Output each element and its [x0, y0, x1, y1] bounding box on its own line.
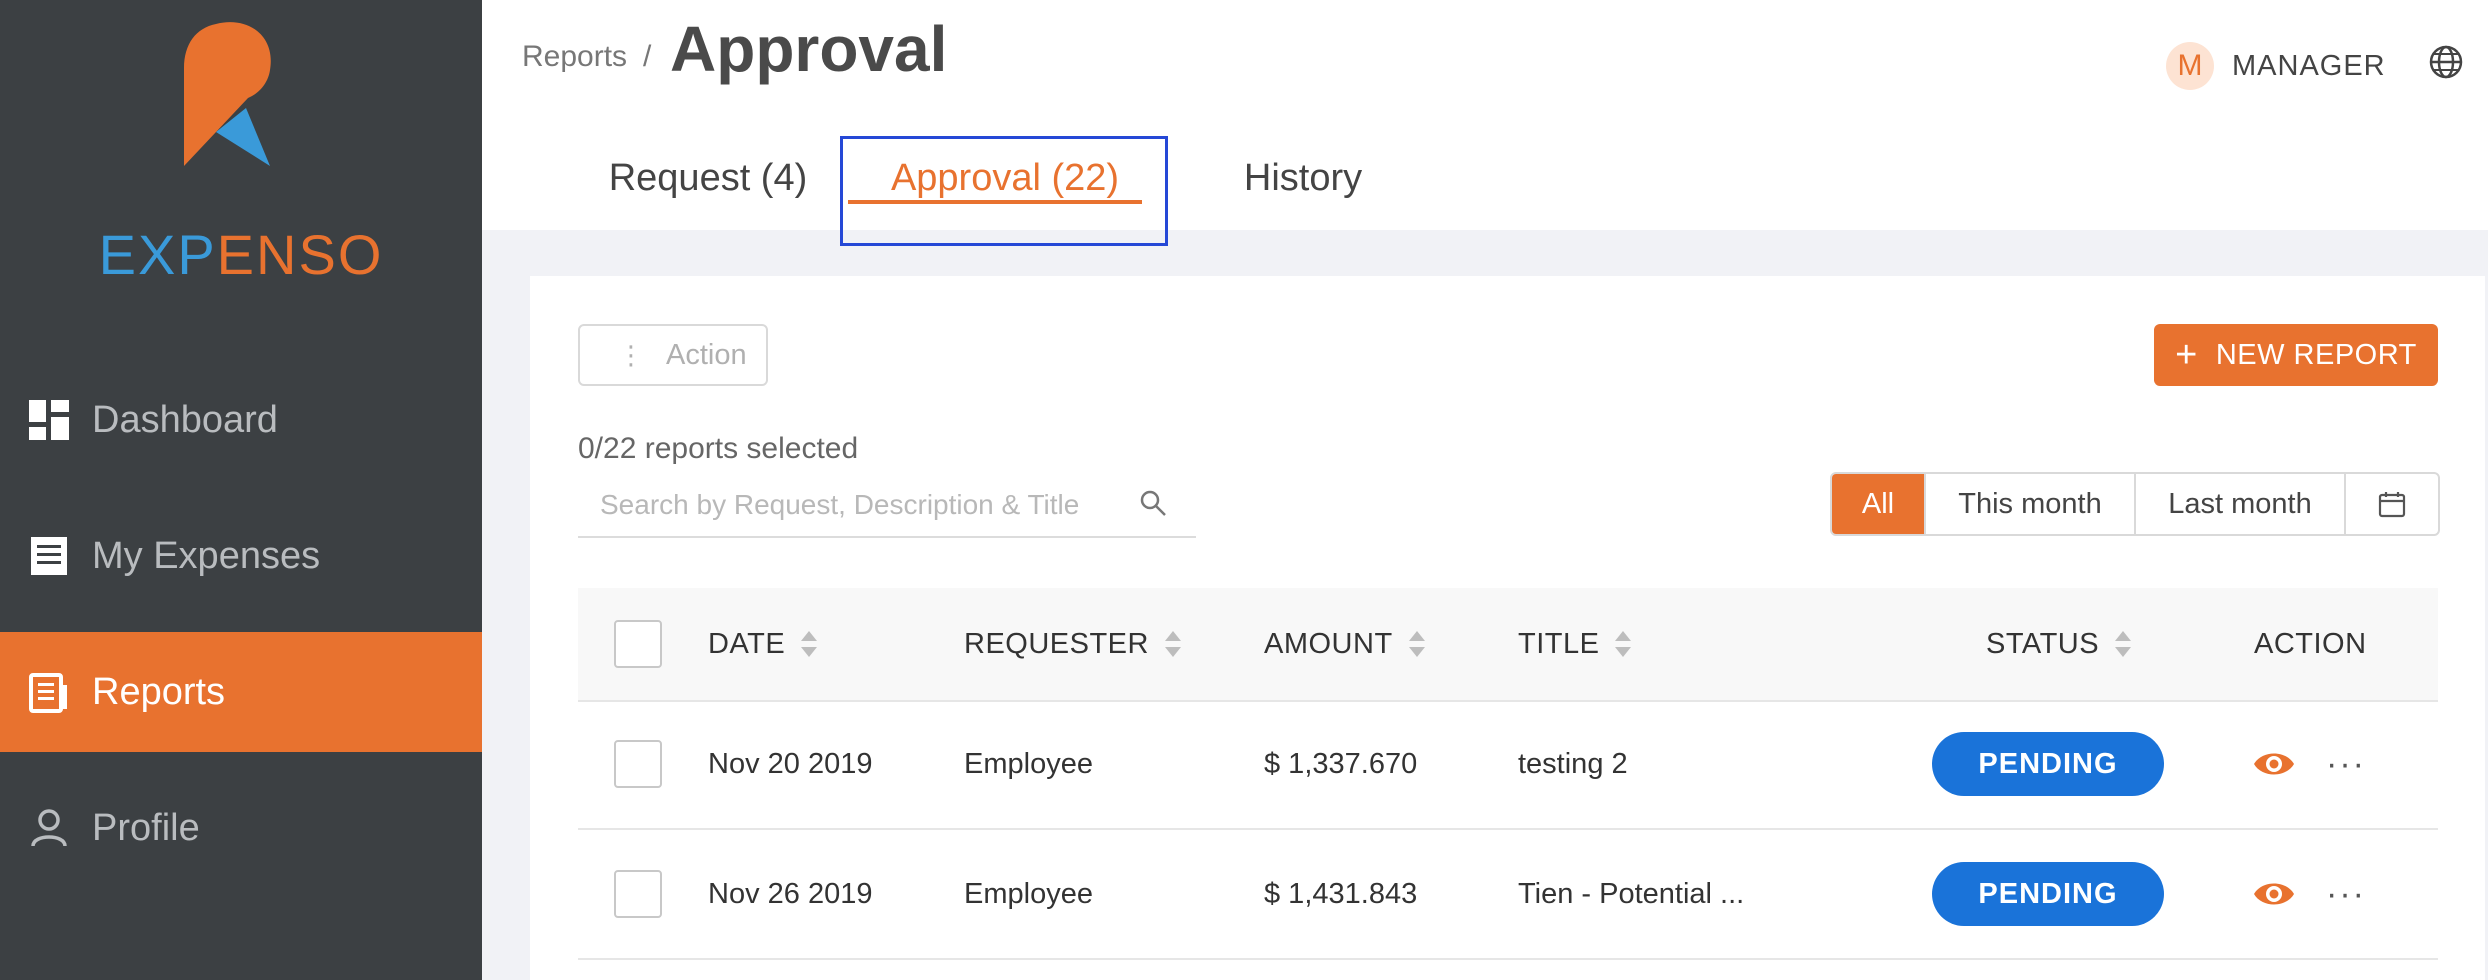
- status-badge: PENDING: [1932, 862, 2164, 926]
- cell-title: Tien - Potential ...: [1518, 877, 1745, 910]
- brand-name-part1: EXP: [98, 223, 217, 286]
- page-title: Approval: [670, 13, 948, 85]
- vertical-dots-icon: ⋮: [618, 339, 644, 370]
- brand-name: EXPENSO: [0, 222, 482, 287]
- user-icon: [28, 807, 70, 849]
- sidebar-item-label: My Expenses: [92, 534, 321, 577]
- more-options-icon[interactable]: ···: [2326, 877, 2366, 911]
- filter-label: All: [1861, 487, 1895, 520]
- column-label: ACTION: [2254, 627, 2367, 660]
- calendar-icon: [2378, 492, 2406, 518]
- report-icon: [28, 671, 70, 713]
- sidebar-item-dashboard[interactable]: Dashboard: [0, 360, 482, 480]
- cell-status: PENDING: [1932, 830, 2164, 958]
- cell-amount: $ 1,337.670: [1264, 747, 1418, 780]
- filter-this-month[interactable]: This month: [1926, 474, 2136, 534]
- sort-icon: [1408, 631, 1425, 657]
- sidebar-item-label: Dashboard: [92, 398, 278, 441]
- cell-actions: ···: [2252, 830, 2366, 958]
- row-select-cell: [614, 830, 662, 958]
- row-select-cell: [614, 700, 662, 828]
- action-button[interactable]: ⋮ Action: [578, 324, 768, 386]
- cell-requester: Employee: [964, 877, 1093, 910]
- receipt-icon: [28, 535, 70, 577]
- column-action: ACTION: [2254, 588, 2367, 700]
- sidebar: EXPENSO Dashboard My Expenses Reports Pr…: [0, 0, 482, 980]
- column-date[interactable]: DATE: [708, 588, 818, 700]
- column-label: TITLE: [1518, 627, 1600, 660]
- table-header: DATE REQUESTER AMOUNT TITLE STATUS ACTIO…: [578, 588, 2438, 702]
- status-badge: PENDING: [1932, 732, 2164, 796]
- cell-status: PENDING: [1932, 700, 2164, 828]
- cell-amount: $ 1,431.843: [1264, 877, 1418, 910]
- page-header: Reports / Approval M MANAGER Request (4) …: [482, 0, 2488, 230]
- column-label: AMOUNT: [1264, 627, 1393, 660]
- new-report-button[interactable]: + NEW REPORT: [2154, 324, 2438, 386]
- filter-all[interactable]: All: [1832, 474, 1926, 534]
- sort-icon: [801, 631, 818, 657]
- tab-history[interactable]: History: [1230, 130, 1376, 226]
- plus-icon: +: [2175, 334, 2198, 376]
- breadcrumb-link-reports[interactable]: Reports: [522, 40, 627, 73]
- cell-requester: Employee: [964, 747, 1093, 780]
- search-input[interactable]: [598, 484, 1122, 526]
- column-label: STATUS: [1986, 627, 2100, 660]
- filter-label: Last month: [2168, 487, 2312, 520]
- table-row[interactable]: Nov 20 2019 Employee $ 1,337.670 testing…: [578, 700, 2438, 830]
- column-title[interactable]: TITLE: [1518, 588, 1632, 700]
- filter-custom-date[interactable]: [2346, 474, 2438, 534]
- dashboard-icon: [28, 399, 70, 441]
- sort-icon: [1615, 631, 1632, 657]
- date-filter-group: All This month Last month: [1830, 472, 2440, 536]
- reports-card: ⋮ Action + NEW REPORT 0/22 reports selec…: [530, 276, 2485, 980]
- view-eye-icon[interactable]: [2252, 877, 2296, 911]
- globe-icon[interactable]: [2428, 44, 2464, 80]
- user-role: MANAGER: [2232, 49, 2386, 82]
- row-checkbox[interactable]: [614, 870, 662, 918]
- column-amount[interactable]: AMOUNT: [1264, 588, 1425, 700]
- sidebar-item-label: Reports: [92, 670, 226, 713]
- search-box: [578, 478, 1196, 538]
- sidebar-item-label: Profile: [92, 806, 200, 849]
- view-eye-icon[interactable]: [2252, 747, 2296, 781]
- column-status[interactable]: STATUS: [1986, 588, 2132, 700]
- sort-icon: [1164, 631, 1181, 657]
- expenso-logo-icon: [184, 22, 271, 167]
- sidebar-item-my-expenses[interactable]: My Expenses: [0, 496, 482, 616]
- user-menu[interactable]: M MANAGER: [2166, 42, 2386, 90]
- brand-name-part2: ENSO: [216, 223, 384, 286]
- column-label: DATE: [708, 627, 786, 660]
- row-checkbox[interactable]: [614, 740, 662, 788]
- select-all-checkbox[interactable]: [614, 620, 662, 668]
- sidebar-item-reports[interactable]: Reports: [0, 632, 482, 752]
- action-button-label: Action: [666, 338, 747, 371]
- sort-icon: [2115, 631, 2132, 657]
- filter-last-month[interactable]: Last month: [2136, 474, 2346, 534]
- breadcrumb: Reports /: [522, 40, 667, 74]
- sidebar-item-profile[interactable]: Profile: [0, 768, 482, 888]
- focus-highlight-box: [840, 136, 1168, 246]
- new-report-label: NEW REPORT: [2215, 338, 2417, 371]
- cell-title: testing 2: [1518, 747, 1628, 780]
- filter-label: This month: [1958, 487, 2102, 520]
- cell-date: Nov 20 2019: [708, 747, 873, 780]
- table-row[interactable]: Nov 26 2019 Employee $ 1,431.843 Tien - …: [578, 830, 2438, 960]
- column-label: REQUESTER: [964, 627, 1149, 660]
- more-options-icon[interactable]: ···: [2326, 747, 2366, 781]
- tab-request[interactable]: Request (4): [598, 130, 818, 226]
- select-all-cell: [614, 588, 662, 700]
- avatar: M: [2166, 42, 2214, 90]
- tab-label: History: [1243, 157, 1363, 199]
- cell-date: Nov 26 2019: [708, 877, 873, 910]
- column-requester[interactable]: REQUESTER: [964, 588, 1181, 700]
- search-icon[interactable]: [1138, 488, 1168, 518]
- selected-count: 0/22 reports selected: [578, 432, 859, 465]
- breadcrumb-separator: /: [643, 40, 652, 73]
- cell-actions: ···: [2252, 700, 2366, 828]
- tab-label: Request (4): [608, 157, 808, 199]
